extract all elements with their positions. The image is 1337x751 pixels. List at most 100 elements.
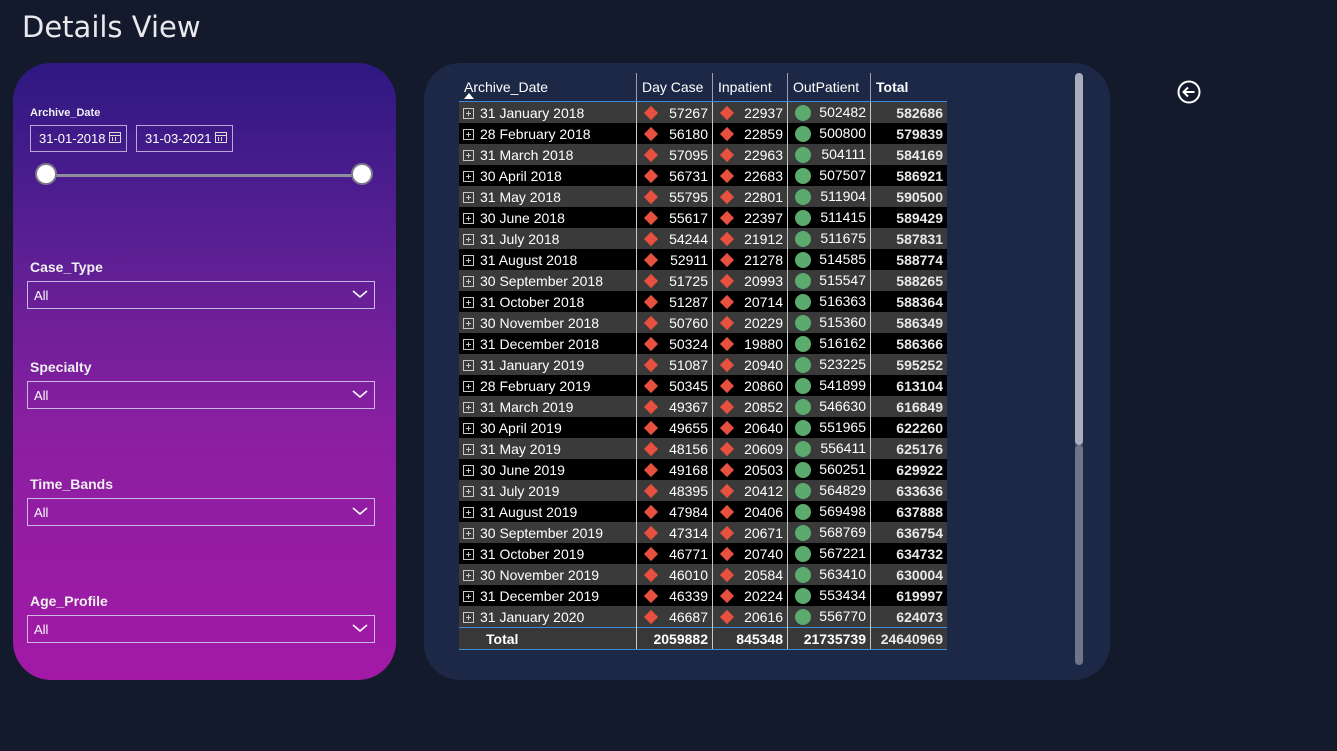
expand-icon[interactable] bbox=[463, 129, 474, 141]
time-bands-dropdown[interactable]: All bbox=[27, 498, 375, 526]
expand-icon[interactable] bbox=[463, 507, 474, 519]
green-circle-icon bbox=[795, 588, 811, 604]
row-total-value: 613104 bbox=[896, 377, 943, 394]
row-outpatient-value: 511675 bbox=[820, 230, 866, 246]
row-date: 31 July 2019 bbox=[459, 480, 637, 501]
column-header-inpatient[interactable]: Inpatient bbox=[712, 73, 788, 102]
row-total: 588774 bbox=[870, 249, 947, 270]
row-inpatient-value: 20229 bbox=[744, 314, 783, 331]
row-inpatient-value: 20412 bbox=[744, 482, 783, 499]
expand-icon[interactable] bbox=[463, 339, 474, 351]
date-range-end-handle[interactable] bbox=[351, 163, 373, 185]
start-date-input[interactable]: 31-01-2018 bbox=[30, 125, 127, 152]
end-date-input[interactable]: 31-03-2021 bbox=[136, 125, 233, 152]
row-date-value: 31 March 2018 bbox=[480, 146, 574, 163]
row-inpatient: 21912 bbox=[712, 228, 788, 249]
row-outpatient: 563410 bbox=[787, 564, 871, 585]
row-outpatient: 502482 bbox=[787, 101, 871, 123]
expand-icon[interactable] bbox=[463, 402, 474, 414]
expand-icon[interactable] bbox=[463, 318, 474, 330]
row-total-value: 634732 bbox=[896, 545, 943, 562]
row-outpatient: 515360 bbox=[787, 312, 871, 333]
column-header-outpatient[interactable]: OutPatient bbox=[787, 73, 871, 102]
row-inpatient: 20993 bbox=[712, 270, 788, 291]
chevron-down-icon bbox=[352, 624, 368, 632]
expand-icon[interactable] bbox=[463, 486, 474, 498]
expand-icon[interactable] bbox=[463, 528, 474, 540]
date-range-slider-track[interactable] bbox=[46, 174, 363, 177]
table-scrollbar[interactable] bbox=[1075, 73, 1083, 665]
expand-icon[interactable] bbox=[463, 171, 474, 183]
expand-icon[interactable] bbox=[463, 381, 474, 393]
red-diamond-icon bbox=[643, 588, 659, 603]
row-inpatient-value: 21912 bbox=[744, 230, 783, 247]
expand-icon[interactable] bbox=[463, 444, 474, 456]
row-inpatient-value: 22683 bbox=[744, 167, 783, 184]
row-day-case: 57267 bbox=[636, 101, 713, 123]
table-row: 30 April 2019 49655 20640 551965 622260 bbox=[459, 417, 947, 438]
expand-icon[interactable] bbox=[463, 612, 474, 624]
row-date: 31 January 2020 bbox=[459, 606, 637, 628]
expand-icon[interactable] bbox=[463, 150, 474, 162]
row-date-value: 28 February 2018 bbox=[480, 125, 591, 142]
expand-icon[interactable] bbox=[463, 591, 474, 603]
row-day-case-value: 49655 bbox=[669, 419, 708, 436]
date-range-start-handle[interactable] bbox=[35, 163, 57, 185]
red-diamond-icon bbox=[643, 567, 659, 582]
row-date: 31 January 2018 bbox=[459, 101, 637, 123]
row-day-case-value: 46010 bbox=[669, 566, 708, 583]
expand-icon[interactable] bbox=[463, 570, 474, 582]
row-total-value: 587831 bbox=[896, 230, 943, 247]
green-circle-icon bbox=[795, 399, 811, 415]
row-total-value: 625176 bbox=[896, 440, 943, 457]
expand-icon[interactable] bbox=[463, 360, 474, 372]
expand-icon[interactable] bbox=[463, 213, 474, 225]
red-diamond-icon bbox=[643, 420, 659, 435]
table-row: 28 February 2019 50345 20860 541899 613104 bbox=[459, 375, 947, 396]
expand-icon[interactable] bbox=[463, 297, 474, 309]
expand-icon[interactable] bbox=[463, 465, 474, 477]
expand-icon[interactable] bbox=[463, 255, 474, 267]
age-profile-dropdown[interactable]: All bbox=[27, 615, 375, 643]
row-outpatient: 569498 bbox=[787, 501, 871, 522]
row-inpatient: 20229 bbox=[712, 312, 788, 333]
column-header-total[interactable]: Total bbox=[870, 73, 947, 102]
red-diamond-icon bbox=[643, 294, 659, 309]
row-date-value: 30 September 2018 bbox=[480, 272, 603, 289]
table-panel: Archive_Date Day Case Inpatient OutPatie… bbox=[424, 63, 1110, 680]
row-total-value: 616849 bbox=[896, 398, 943, 415]
row-total: 590500 bbox=[870, 186, 947, 207]
column-header-archive-date[interactable]: Archive_Date bbox=[459, 73, 637, 102]
specialty-dropdown[interactable]: All bbox=[27, 381, 375, 409]
red-diamond-icon bbox=[643, 336, 659, 351]
green-circle-icon bbox=[795, 189, 811, 205]
red-diamond-icon bbox=[719, 525, 735, 540]
scrollbar-thumb[interactable] bbox=[1075, 73, 1083, 445]
column-header-day-case[interactable]: Day Case bbox=[636, 73, 713, 102]
row-date-value: 31 May 2018 bbox=[480, 188, 561, 205]
row-day-case-value: 50760 bbox=[669, 314, 708, 331]
table-row: 30 June 2019 49168 20503 560251 629922 bbox=[459, 459, 947, 480]
expand-icon[interactable] bbox=[463, 276, 474, 288]
row-inpatient-value: 20671 bbox=[744, 524, 783, 541]
expand-icon[interactable] bbox=[463, 108, 474, 120]
row-inpatient: 22683 bbox=[712, 165, 788, 186]
table-header-row: Archive_Date Day Case Inpatient OutPatie… bbox=[459, 73, 947, 102]
start-date-value: 31-01-2018 bbox=[39, 131, 106, 146]
expand-icon[interactable] bbox=[463, 549, 474, 561]
green-circle-icon bbox=[795, 336, 811, 352]
expand-icon[interactable] bbox=[463, 192, 474, 204]
row-inpatient-value: 20852 bbox=[744, 398, 783, 415]
row-total-value: 630004 bbox=[896, 566, 943, 583]
expand-icon[interactable] bbox=[463, 234, 474, 246]
row-outpatient-value: 514585 bbox=[819, 251, 866, 267]
case-type-dropdown[interactable]: All bbox=[27, 281, 375, 309]
row-day-case: 46010 bbox=[636, 564, 713, 585]
row-day-case: 52911 bbox=[636, 249, 713, 270]
expand-icon[interactable] bbox=[463, 423, 474, 435]
row-inpatient: 22963 bbox=[712, 144, 788, 165]
calendar-icon[interactable] bbox=[109, 132, 121, 143]
calendar-icon[interactable] bbox=[215, 132, 227, 143]
back-arrow-icon[interactable] bbox=[1177, 80, 1201, 104]
row-total: 613104 bbox=[870, 375, 947, 396]
